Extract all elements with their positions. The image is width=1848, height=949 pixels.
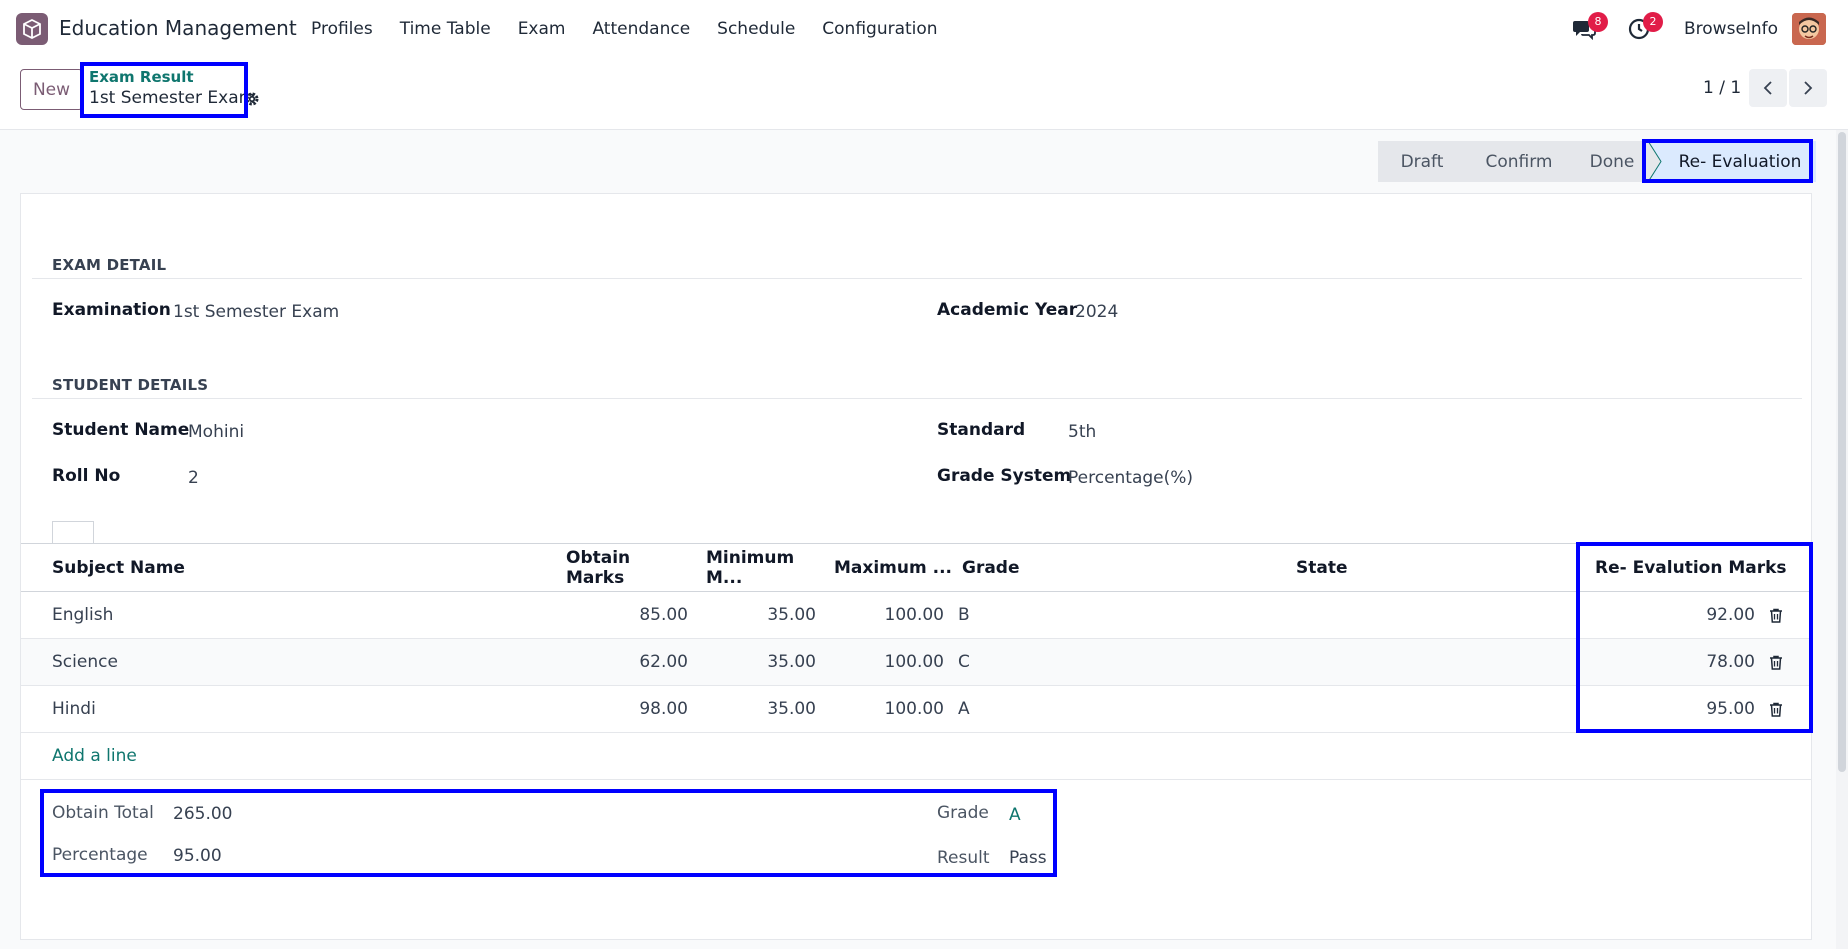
delete-row-trash-icon[interactable] — [1769, 655, 1783, 670]
cell-minimum-marks[interactable]: 35.00 — [696, 685, 824, 733]
academic-year-field[interactable]: 2024 — [1075, 302, 1118, 322]
cell-subject[interactable]: Science — [21, 638, 566, 686]
table-row[interactable]: Hindi 98.00 35.00 100.00 A 95.00 — [21, 685, 1811, 733]
cell-minimum-marks[interactable]: 35.00 — [696, 638, 824, 686]
add-a-line-link[interactable]: Add a line — [52, 746, 137, 766]
breadcrumb-current: 1st Semester Exam — [89, 88, 256, 108]
cell-re-evaluation-marks[interactable]: 95.00 — [1706, 699, 1755, 719]
cell-subject[interactable]: English — [21, 591, 566, 639]
result-label: Result — [937, 848, 990, 868]
app-logo-icon[interactable] — [16, 13, 48, 45]
section-divider — [32, 398, 1802, 399]
student-name-label: Student Name — [52, 420, 190, 440]
exam-detail-title: EXAM DETAIL — [52, 256, 167, 274]
table-row[interactable]: English 85.00 35.00 100.00 B 92.00 — [21, 591, 1811, 639]
menu-attendance[interactable]: Attendance — [592, 19, 690, 39]
cell-obtain-marks[interactable]: 85.00 — [566, 591, 696, 639]
pager-previous-button[interactable] — [1749, 69, 1787, 107]
cell-grade[interactable]: C — [952, 638, 1296, 686]
col-maximum-marks[interactable]: Maximum ... — [824, 543, 952, 592]
student-name-field[interactable]: Mohini — [188, 422, 244, 442]
status-draft[interactable]: Draft — [1378, 141, 1466, 182]
subject-lines-table: Subject Name Obtain Marks Minimum M... M… — [21, 543, 1811, 780]
percentage-label: Percentage — [52, 845, 148, 865]
menu-time-table[interactable]: Time Table — [400, 19, 491, 39]
gear-icon[interactable] — [244, 91, 260, 111]
app-title[interactable]: Education Management — [59, 16, 297, 40]
grade-system-field[interactable]: Percentage(%) — [1068, 468, 1193, 488]
percentage-field: 95.00 — [173, 846, 222, 866]
status-confirm[interactable]: Confirm — [1466, 141, 1572, 182]
section-divider — [32, 278, 1802, 279]
add-line-row: Add a line — [21, 732, 1811, 780]
cell-state[interactable] — [1296, 685, 1580, 733]
menu-exam[interactable]: Exam — [518, 19, 566, 39]
activities-badge: 2 — [1643, 12, 1663, 32]
cell-obtain-marks[interactable]: 62.00 — [566, 638, 696, 686]
cell-subject[interactable]: Hindi — [21, 685, 566, 733]
examination-field[interactable]: 1st Semester Exam — [173, 302, 339, 322]
control-panel: New Exam Result 1st Semester Exam 1 / 1 — [0, 58, 1848, 130]
cell-maximum-marks[interactable]: 100.00 — [824, 685, 952, 733]
grade-system-label: Grade System — [937, 466, 1072, 486]
status-bar: Draft Confirm Done Re- Evaluation — [1378, 141, 1816, 182]
scrollbar-thumb[interactable] — [1838, 132, 1846, 772]
cell-grade[interactable]: A — [952, 685, 1296, 733]
grade-field[interactable]: A — [1009, 805, 1021, 825]
new-button[interactable]: New — [20, 69, 83, 110]
status-active-arrow — [1648, 141, 1662, 182]
cell-re-evaluation-marks[interactable]: 78.00 — [1706, 652, 1755, 672]
cell-state[interactable] — [1296, 638, 1580, 686]
cell-maximum-marks[interactable]: 100.00 — [824, 638, 952, 686]
cell-obtain-marks[interactable]: 98.00 — [566, 685, 696, 733]
table-row[interactable]: Science 62.00 35.00 100.00 C 78.00 — [21, 638, 1811, 686]
student-details-title: STUDENT DETAILS — [52, 376, 209, 394]
menu-profiles[interactable]: Profiles — [311, 19, 373, 39]
examination-label: Examination — [52, 300, 171, 320]
delete-row-trash-icon[interactable] — [1769, 702, 1783, 717]
form-sheet: EXAM DETAIL Examination 1st Semester Exa… — [20, 193, 1812, 940]
breadcrumb-parent[interactable]: Exam Result — [89, 68, 194, 86]
col-minimum-marks[interactable]: Minimum M... — [696, 543, 824, 592]
standard-label: Standard — [937, 420, 1026, 440]
top-navbar: Education Management Profiles Time Table… — [0, 0, 1848, 58]
messages-badge: 8 — [1588, 12, 1608, 32]
grade-label: Grade — [937, 803, 989, 823]
academic-year-label: Academic Year — [937, 300, 1078, 320]
obtain-total-field: 265.00 — [173, 804, 233, 824]
result-field: Pass — [1009, 848, 1047, 868]
menu-schedule[interactable]: Schedule — [717, 19, 795, 39]
col-obtain-marks[interactable]: Obtain Marks — [566, 543, 696, 592]
col-state[interactable]: State — [1296, 543, 1580, 592]
cell-state[interactable] — [1296, 591, 1580, 639]
col-subject-name[interactable]: Subject Name — [21, 543, 566, 592]
standard-field[interactable]: 5th — [1068, 422, 1096, 442]
obtain-total-label: Obtain Total — [52, 803, 154, 823]
roll-no-label: Roll No — [52, 466, 121, 486]
main-menu: Profiles Time Table Exam Attendance Sche… — [311, 19, 965, 39]
delete-row-trash-icon[interactable] — [1769, 608, 1783, 623]
company-switcher[interactable]: BrowseInfo — [1684, 19, 1778, 39]
status-done[interactable]: Done — [1572, 141, 1652, 182]
user-avatar[interactable] — [1792, 13, 1826, 45]
pager-next-button[interactable] — [1789, 69, 1827, 107]
menu-configuration[interactable]: Configuration — [822, 19, 937, 39]
roll-no-field[interactable]: 2 — [188, 468, 199, 488]
pager-value[interactable]: 1 / 1 — [1703, 78, 1741, 98]
cell-re-evaluation-marks[interactable]: 92.00 — [1706, 605, 1755, 625]
col-grade[interactable]: Grade — [952, 543, 1296, 592]
status-re-evaluation[interactable]: Re- Evaluation — [1652, 141, 1816, 182]
notebook-tab[interactable] — [52, 521, 94, 543]
col-re-evaluation-marks[interactable]: Re- Evalution Marks — [1580, 543, 1811, 592]
cell-grade[interactable]: B — [952, 591, 1296, 639]
cell-minimum-marks[interactable]: 35.00 — [696, 591, 824, 639]
cell-maximum-marks[interactable]: 100.00 — [824, 591, 952, 639]
